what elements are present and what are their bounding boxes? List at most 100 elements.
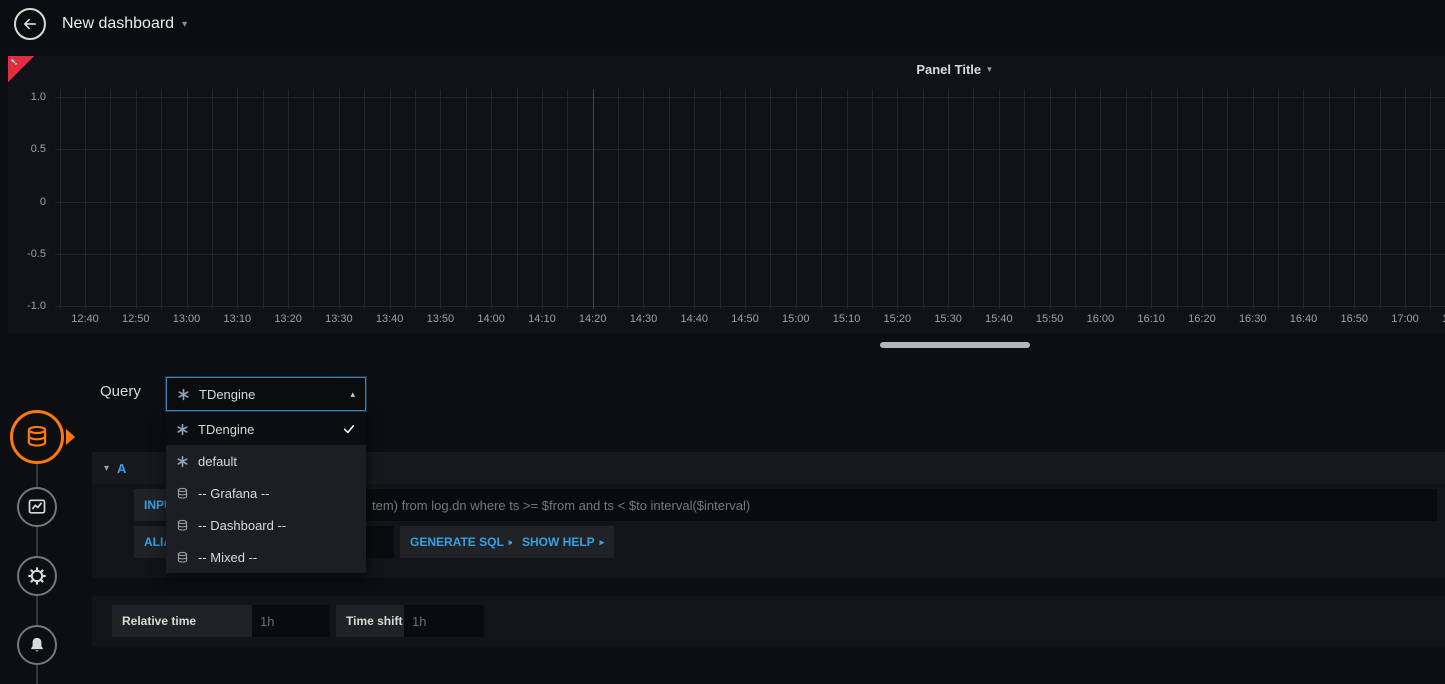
- gridline-v: [923, 89, 924, 309]
- active-tab-pointer-icon: [66, 429, 75, 445]
- gridline-v: [1380, 89, 1381, 309]
- graph-panel: ! Panel Title ▾ 1.00.50-0.5-1.012:4012:5…: [8, 56, 1445, 333]
- time-shift-input[interactable]: [404, 605, 484, 637]
- gridline-v: [999, 89, 1000, 309]
- gridline-v: [872, 89, 873, 309]
- gridline-v: [313, 89, 314, 309]
- gridline-v: [821, 89, 822, 309]
- datasource-option-label: -- Dashboard --: [198, 518, 356, 533]
- horizontal-scrollbar-thumb[interactable]: [880, 342, 1030, 348]
- gridline-v: [720, 89, 721, 309]
- input-sql-field[interactable]: tem) from log.dn where ts >= $from and t…: [228, 489, 1437, 521]
- database-icon: [176, 519, 198, 532]
- y-axis-label: 0: [12, 196, 46, 208]
- annotation-line: [593, 89, 594, 309]
- tab-queries[interactable]: [10, 410, 64, 464]
- relative-time-label: Relative time: [112, 605, 252, 637]
- back-button[interactable]: [14, 8, 46, 40]
- gridline-v: [1354, 89, 1355, 309]
- datasource-option-label: TDengine: [198, 422, 342, 437]
- x-axis-label: 13:20: [262, 313, 314, 325]
- x-axis-label: 15:10: [821, 313, 873, 325]
- datasource-option[interactable]: default: [166, 445, 366, 477]
- gridline-v: [440, 89, 441, 309]
- datasource-logo-icon: [177, 388, 190, 401]
- datasource-option[interactable]: -- Grafana --: [166, 477, 366, 509]
- datasource-select-value: TDengine: [199, 387, 350, 402]
- gridline-v: [1177, 89, 1178, 309]
- tab-general[interactable]: [17, 556, 57, 596]
- x-axis-label: 13:50: [414, 313, 466, 325]
- datasource-option-label: -- Mixed --: [198, 550, 356, 565]
- chevron-down-icon: ▾: [987, 64, 992, 75]
- time-shift-label: Time shift: [336, 605, 404, 637]
- x-axis-label: 16:40: [1277, 313, 1329, 325]
- gridline-v: [973, 89, 974, 309]
- gridline-v: [897, 89, 898, 309]
- chevron-down-icon: ▾: [182, 19, 187, 30]
- chevron-down-icon: ▾: [104, 463, 109, 474]
- y-axis-label: -1.0: [12, 300, 46, 312]
- gridline-v: [1050, 89, 1051, 309]
- gridline-v: [948, 89, 949, 309]
- gridline-v: [364, 89, 365, 309]
- dashboard-title[interactable]: New dashboard ▾: [62, 0, 187, 48]
- x-axis-label: 15:40: [973, 313, 1025, 325]
- show-help-button[interactable]: SHOW HELP ▸: [512, 526, 614, 558]
- x-axis-label: 16:10: [1125, 313, 1177, 325]
- x-axis-label: 16:50: [1328, 313, 1380, 325]
- datasource-option-label: default: [198, 454, 356, 469]
- gridline-v: [1227, 89, 1228, 309]
- datasource-select[interactable]: TDengine ▴: [166, 377, 366, 411]
- y-axis-label: -0.5: [12, 248, 46, 260]
- panel-error-corner-icon[interactable]: !: [8, 56, 34, 82]
- gridline-v: [517, 89, 518, 309]
- query-row-letter: A: [117, 461, 126, 476]
- database-icon: [176, 551, 198, 564]
- datasource-option-label: -- Grafana --: [198, 486, 356, 501]
- x-axis-label: 16:20: [1176, 313, 1228, 325]
- gridline-v: [643, 89, 644, 309]
- gridline-v: [1024, 89, 1025, 309]
- gridline-v: [1253, 89, 1254, 309]
- datasource-option[interactable]: -- Dashboard --: [166, 509, 366, 541]
- gridline-v: [415, 89, 416, 309]
- tab-alert[interactable]: [17, 625, 57, 665]
- x-axis-label: 16:30: [1227, 313, 1279, 325]
- gridline-v: [1405, 89, 1406, 309]
- x-axis-label: 14:10: [516, 313, 568, 325]
- gridline-v: [669, 89, 670, 309]
- show-help-button-label: SHOW HELP: [522, 535, 595, 549]
- x-axis-label: 14:20: [567, 313, 619, 325]
- gridline-v: [567, 89, 568, 309]
- gridline-v: [1126, 89, 1127, 309]
- gridline-v: [618, 89, 619, 309]
- x-axis-label: 15:00: [770, 313, 822, 325]
- x-axis-label: 13:00: [161, 313, 213, 325]
- relative-time-input[interactable]: [252, 605, 330, 637]
- datasource-logo-icon: [176, 423, 198, 436]
- query-section-label: Query: [100, 383, 141, 400]
- x-axis-label: 14:00: [465, 313, 517, 325]
- gridline-v: [110, 89, 111, 309]
- chevron-up-icon: ▴: [350, 389, 355, 400]
- panel-title-menu[interactable]: Panel Title ▾: [8, 56, 1445, 82]
- x-axis-label: 13:40: [364, 313, 416, 325]
- gridline-v: [491, 89, 492, 309]
- gridline-v: [60, 89, 61, 309]
- generate-sql-button[interactable]: GENERATE SQL ▸: [400, 526, 523, 558]
- y-axis-label: 1.0: [12, 91, 46, 103]
- caret-right-icon: ▸: [600, 537, 605, 548]
- gridline-v: [237, 89, 238, 309]
- datasource-option[interactable]: -- Mixed --: [166, 541, 366, 573]
- gear-icon: [27, 566, 47, 586]
- gridline-v: [187, 89, 188, 309]
- database-icon: [24, 424, 50, 450]
- datasource-option[interactable]: TDengine: [166, 413, 366, 445]
- check-icon: [342, 422, 356, 436]
- datasource-dropdown: TDengine default -- Grafana -- -- Dashbo…: [166, 413, 366, 573]
- gridline-v: [796, 89, 797, 309]
- gridline-v: [1100, 89, 1101, 309]
- x-axis-label: 14:50: [719, 313, 771, 325]
- tab-visualization[interactable]: [17, 487, 57, 527]
